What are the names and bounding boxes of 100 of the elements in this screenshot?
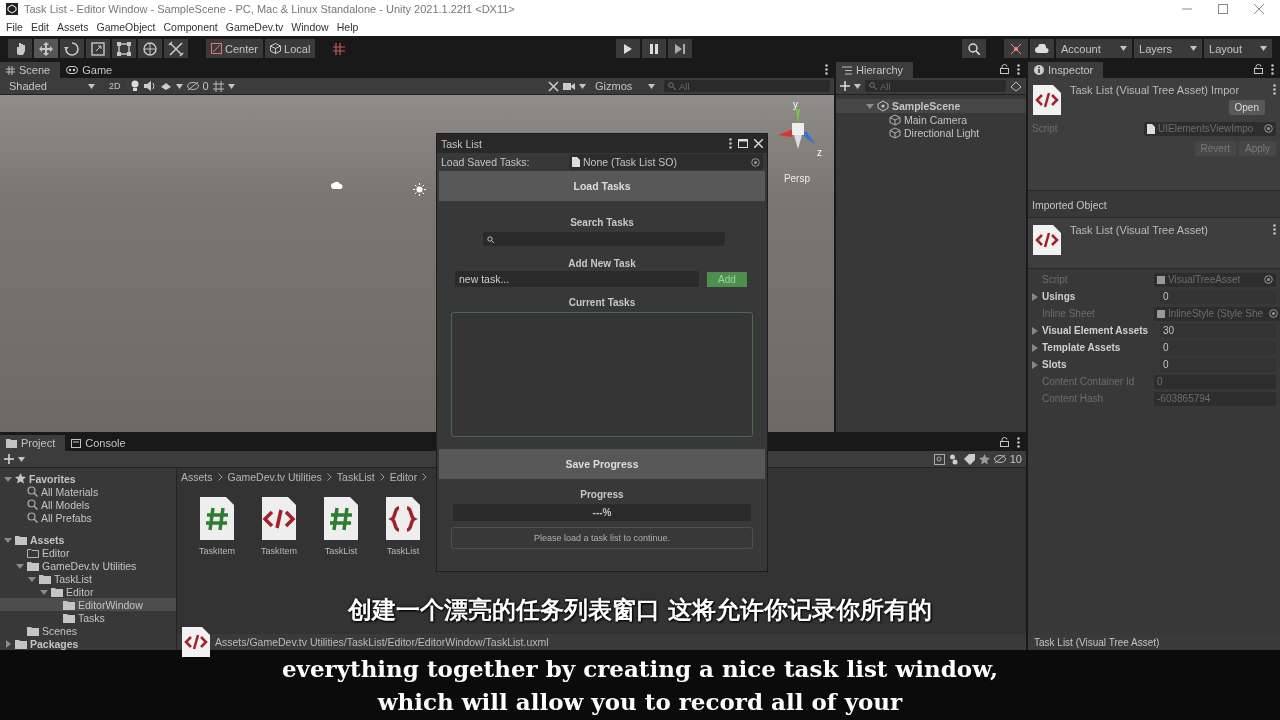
tree-item[interactable]: Editor [0,546,176,559]
play-button[interactable] [615,39,640,58]
asset-path: Assets/GameDev.tv Utilities/TaskList/Editor/EditorWindow/TaskList.uxml [215,636,549,648]
uxml-asset-icon [1032,84,1062,116]
account-dropdown[interactable]: Account [1056,39,1132,58]
menu-item[interactable]: Window [287,21,333,33]
caret-icon [1260,46,1267,51]
section-label: Progress [579,489,625,500]
panel-tab[interactable]: Game [60,62,123,78]
search-icon [968,42,980,55]
menu-item[interactable]: Edit [26,21,53,33]
save-progress-button[interactable]: Save Progress [439,449,765,479]
load-tasks-button[interactable]: Load Tasks [439,171,765,201]
layout-dropdown[interactable]: Layout [1204,39,1272,58]
tree-item[interactable]: Favorites [0,472,176,485]
uxml-file-icon [181,626,211,658]
panel-tab[interactable]: Scene [0,62,61,78]
menu-item[interactable]: GameDev.tv [221,21,288,33]
tree-item[interactable]: GameDev.tv Utilities [0,559,176,572]
tree-item[interactable]: Packages [0,637,176,650]
menu-item[interactable]: Assets [53,21,93,33]
tool-button[interactable] [8,39,32,58]
star-icon [15,473,26,484]
hidden-objects-icon [186,81,199,91]
uxml-file-icon [260,496,298,542]
scene-icon [877,100,889,112]
tree-item[interactable]: Editor [0,585,176,598]
panel-tab[interactable]: Project [0,435,66,451]
count-field[interactable]: 30 [1160,323,1276,338]
search-field[interactable] [483,232,725,246]
orientation-gizmo-drawing[interactable]: y z [772,101,824,163]
pause-button[interactable] [641,39,666,58]
layers-dropdown[interactable]: Layers [1134,39,1202,58]
file-name[interactable]: TaskList [386,546,420,556]
object-picker-icon [1264,275,1273,284]
tool-button[interactable] [138,39,162,58]
script-field: UIElementsViewImpo [1144,121,1276,136]
asset-title: Task List (Visual Tree Asset) Impor [1070,84,1240,96]
tree-item[interactable]: All Prefabs [0,511,176,524]
document-icon [572,157,580,167]
search-button[interactable] [962,39,986,58]
open-button[interactable]: Open [1228,100,1265,115]
shading-dropdown[interactable]: Shaded [4,79,100,93]
step-button[interactable] [667,39,692,58]
tree-item[interactable]: All Models [0,498,176,511]
count-field[interactable]: 0 [1160,289,1276,304]
tree-item[interactable]: All Materials [0,485,176,498]
pause-icon [648,43,659,54]
tool-button[interactable] [86,39,110,58]
menu-item[interactable]: File [2,21,27,33]
tool-button[interactable] [112,39,136,58]
tree-item[interactable]: EditorWindow [0,598,176,611]
input-field[interactable]: new task... [455,271,699,287]
tree-item[interactable]: Assets [0,533,176,546]
window-title: Task List - Editor Window - SampleScene - PC, Mac & Linux Standalone - Unity 2021.1.22f1 <DX11> [24,3,516,15]
gamepad-icon [66,66,79,74]
info-icon [1034,65,1044,75]
section-header: Imported Object [1028,190,1280,218]
panel-tab[interactable]: Inspector [1028,62,1104,78]
more-options-icon [1017,64,1020,75]
hierarchy-item[interactable]: Main Camera [836,113,1026,126]
pivot-button[interactable]: Center [206,39,264,58]
menu-item[interactable]: Component [159,21,222,33]
tree-item[interactable]: Tasks [0,611,176,624]
tree-item[interactable]: Scenes [0,624,176,637]
collab-button[interactable] [1004,39,1028,58]
document-icon [1147,123,1155,134]
breadcrumb-item[interactable]: GameDev.tv Utilities [227,471,322,483]
tool-button[interactable] [164,39,188,58]
file-name[interactable]: TaskItem [261,546,297,556]
hierarchy-item[interactable]: SampleScene [836,99,1026,113]
menu-item[interactable]: GameObject [92,21,160,33]
projection-label[interactable]: Persp [783,173,810,184]
cloud-button[interactable] [1030,39,1054,58]
count-field[interactable]: 0 [1160,357,1276,372]
breadcrumb-item[interactable]: Assets [181,471,213,483]
more-options-icon [1271,64,1274,75]
file-name[interactable]: TaskList [324,546,358,556]
file-name[interactable]: TaskItem [199,546,235,556]
tool-button[interactable] [60,39,84,58]
panel-tab[interactable]: Hierarchy [836,62,914,78]
sun-icon [413,183,426,196]
object-field[interactable]: None (Task List SO) [569,154,763,170]
unity-logo-icon [6,3,18,15]
tool-button[interactable] [34,39,58,58]
count-field[interactable]: 0 [1160,340,1276,355]
tree-item[interactable]: TaskList [0,572,176,585]
preview-title: Task List (Visual Tree Asset) [1034,636,1160,648]
breadcrumb-item[interactable]: TaskList [336,471,375,483]
caret-icon [175,83,183,89]
property-label: Slots [1042,359,1067,370]
chevron-right-icon [379,473,385,481]
collab-icon [1010,42,1022,55]
hierarchy-item[interactable]: Directional Light [836,126,1026,139]
menu-item[interactable]: Help [332,21,363,33]
panel-tab[interactable]: Console [65,435,136,451]
breadcrumb-item[interactable]: Editor [389,471,418,483]
tool-icon [90,40,106,57]
space-button[interactable]: Local [265,39,316,58]
uxml-asset-icon [1032,224,1062,256]
